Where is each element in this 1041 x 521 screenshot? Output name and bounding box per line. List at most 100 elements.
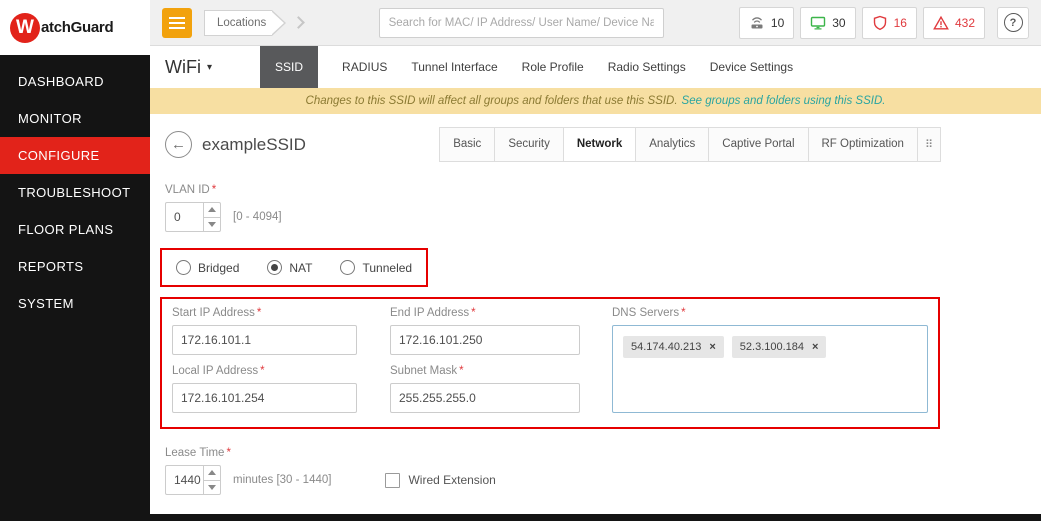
start-ip-input[interactable] [172, 325, 357, 355]
hamburger-menu-button[interactable] [162, 7, 192, 38]
tab-ssid[interactable]: SSID [260, 46, 319, 88]
alerts-warning-icon [933, 15, 949, 29]
alerts-counter[interactable]: 432 [922, 6, 985, 39]
required-asterisk: * [471, 307, 476, 319]
wired-extension-field[interactable]: Wired Extension [385, 472, 496, 488]
sidebar-item-dashboard[interactable]: DASHBOARD [0, 63, 150, 100]
breadcrumb-locations[interactable]: Locations [204, 9, 287, 36]
sidebar-item-monitor[interactable]: MONITOR [0, 100, 150, 137]
breadcrumb-chevron-icon [292, 16, 306, 29]
watchguard-logo: W atchGuard [0, 0, 150, 55]
required-asterisk: * [260, 365, 265, 377]
vlan-id-stepper[interactable] [165, 202, 221, 232]
tab-radio-settings[interactable]: Radio Settings [608, 60, 686, 74]
vlan-id-field: VLAN ID* [0 - 4094] [165, 184, 1026, 232]
content-header: ← exampleSSID Basic Security Network Ana… [165, 127, 1026, 162]
required-asterisk: * [459, 365, 464, 377]
sidebar-nav: DASHBOARD MONITOR CONFIGURE TROUBLESHOOT… [0, 63, 150, 322]
wired-extension-label: Wired Extension [408, 473, 496, 487]
ssid-warning-banner: Changes to this SSID will affect all gro… [150, 88, 1041, 114]
clients-counter[interactable]: 30 [800, 6, 856, 39]
end-ip-label: End IP Address [390, 307, 470, 319]
local-ip-input[interactable] [172, 383, 357, 413]
tab-rf-optimization[interactable]: RF Optimization [807, 127, 918, 162]
sidebar-item-configure[interactable]: CONFIGURE [0, 137, 150, 174]
end-ip-field: End IP Address * [390, 307, 612, 355]
sidebar-item-reports[interactable]: REPORTS [0, 248, 150, 285]
clients-monitor-icon [811, 16, 826, 29]
window-bottom-edge [0, 514, 1041, 521]
tab-device-settings[interactable]: Device Settings [710, 60, 793, 74]
local-ip-label: Local IP Address [172, 365, 259, 377]
tab-analytics[interactable]: Analytics [635, 127, 710, 162]
required-asterisk: * [681, 307, 686, 319]
subnet-mask-input[interactable] [390, 383, 580, 413]
lease-time-input[interactable] [166, 466, 203, 494]
local-ip-field: Local IP Address * [172, 365, 390, 413]
security-shield-icon [873, 15, 886, 30]
tab-security[interactable]: Security [494, 127, 564, 162]
radio-nat[interactable]: NAT [267, 260, 312, 275]
sidebar-item-floor-plans[interactable]: FLOOR PLANS [0, 211, 150, 248]
start-ip-label: Start IP Address [172, 307, 255, 319]
dns-servers-field: DNS Servers * 54.174.40.213 × 52.3.100.18… [612, 307, 928, 413]
tab-captive-portal[interactable]: Captive Portal [708, 127, 809, 162]
vlan-id-label: VLAN ID * [165, 184, 217, 196]
back-button[interactable]: ← [165, 131, 192, 158]
dns-servers-input[interactable]: 54.174.40.213 × 52.3.100.184 × [612, 325, 928, 413]
lease-time-label: Lease Time [165, 447, 225, 459]
banner-link[interactable]: See groups and folders using this SSID. [682, 95, 886, 107]
content-area: ← exampleSSID Basic Security Network Ana… [150, 114, 1041, 521]
access-points-counter[interactable]: 10 [738, 6, 795, 39]
triangle-up-icon [208, 207, 216, 213]
triangle-down-icon [208, 221, 216, 227]
annotation-box-nat-settings: Start IP Address* End IP Address* DNS Se… [160, 297, 940, 429]
tab-radius[interactable]: RADIUS [342, 60, 387, 74]
vlan-id-input[interactable] [166, 203, 203, 231]
sidebar-item-troubleshoot[interactable]: TROUBLESHOOT [0, 174, 150, 211]
lease-time-range-hint: minutes [30 - 1440] [233, 474, 332, 486]
subnet-mask-field: Subnet Mask * [390, 365, 612, 413]
watchguard-logo-icon: W [10, 12, 40, 43]
stepper-up-button[interactable] [204, 466, 220, 481]
tab-network[interactable]: Network [562, 127, 637, 162]
security-counter[interactable]: 16 [861, 6, 917, 39]
radio-nat-label: NAT [289, 260, 313, 275]
page-title: exampleSSID [202, 134, 306, 154]
end-ip-input[interactable] [390, 325, 580, 355]
required-asterisk: * [226, 447, 231, 459]
app-window: W atchGuard DASHBOARD MONITOR CONFIGURE … [0, 0, 1041, 521]
vlan-id-range-hint: [0 - 4094] [233, 211, 282, 223]
radio-circle-selected-icon [267, 260, 283, 275]
checkbox-unchecked-icon[interactable] [385, 472, 401, 488]
access-points-icon [751, 16, 763, 28]
radio-bridged[interactable]: Bridged [176, 260, 239, 275]
more-options-icon: ⠿ [924, 139, 933, 151]
tab-tunnel-interface[interactable]: Tunnel Interface [411, 60, 497, 74]
security-count: 16 [893, 15, 907, 30]
triangle-up-icon [208, 470, 216, 476]
remove-chip-icon[interactable]: × [709, 341, 715, 353]
tab-role-profile[interactable]: Role Profile [522, 60, 584, 74]
watchguard-logo-text: atchGuard [41, 19, 114, 36]
remove-chip-icon[interactable]: × [812, 341, 818, 353]
ssid-detail-tabs: Basic Security Network Analytics Captive… [439, 127, 941, 162]
chevron-down-icon: ▾ [206, 61, 213, 73]
dns-chip-value: 52.3.100.184 [739, 341, 805, 353]
sidebar-item-system[interactable]: SYSTEM [0, 285, 150, 322]
access-points-count: 10 [770, 15, 785, 30]
banner-text: Changes to this SSID will affect all gro… [305, 95, 678, 107]
stepper-down-button[interactable] [204, 481, 220, 495]
stepper-up-button[interactable] [204, 203, 220, 218]
radio-tunneled[interactable]: Tunneled [340, 260, 412, 275]
tab-basic[interactable]: Basic [439, 127, 496, 162]
help-button[interactable]: ? [997, 6, 1029, 39]
clients-count: 30 [832, 15, 846, 30]
lease-time-stepper[interactable] [165, 465, 221, 495]
module-selector-wifi[interactable]: WiFi ▾ [165, 57, 212, 78]
stepper-down-button[interactable] [204, 218, 220, 232]
topbar: Locations 10 [150, 0, 1041, 46]
search-input[interactable] [378, 7, 664, 38]
module-title: WiFi [165, 56, 201, 77]
more-options-button[interactable]: ⠿ [916, 127, 941, 162]
